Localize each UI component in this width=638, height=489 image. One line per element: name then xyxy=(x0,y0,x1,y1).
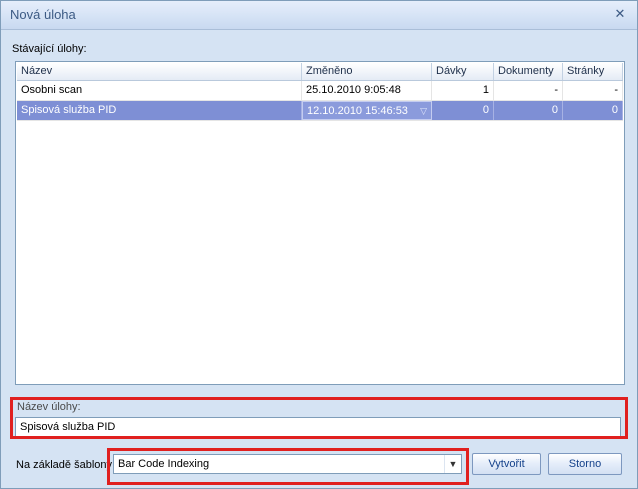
cell-modified: 25.10.2010 9:05:48 xyxy=(302,81,432,100)
cell-documents: - xyxy=(494,81,563,100)
title-bar[interactable]: Nová úloha ✕ xyxy=(1,1,637,30)
column-header-pages[interactable]: Stránky xyxy=(563,63,623,80)
cell-documents: 0 xyxy=(494,101,563,120)
highlight-box-task-name xyxy=(10,397,628,439)
column-header-documents[interactable]: Dokumenty xyxy=(494,63,563,80)
cell-name: Osobni scan xyxy=(17,81,302,100)
close-icon[interactable]: ✕ xyxy=(613,7,627,21)
column-header-batches[interactable]: Dávky xyxy=(432,63,494,80)
tasks-list[interactable]: Název Změněno Dávky Dokumenty Stránky Os… xyxy=(15,61,625,385)
template-label: Na základě šablony xyxy=(16,459,113,471)
cell-name: Spisová služba PID xyxy=(17,101,302,120)
cell-modified-editor[interactable]: 12.10.2010 15:46:53 ▽ xyxy=(302,101,432,120)
list-header: Název Změněno Dávky Dokumenty Stránky xyxy=(17,63,623,81)
cell-pages: - xyxy=(563,81,623,100)
existing-tasks-label: Stávající úlohy: xyxy=(12,43,87,55)
cancel-button[interactable]: Storno xyxy=(548,453,622,475)
column-header-modified[interactable]: Změněno xyxy=(302,63,432,80)
cell-batches: 1 xyxy=(432,81,494,100)
chevron-down-icon[interactable]: ▽ xyxy=(420,102,427,119)
cell-modified: 12.10.2010 15:46:53 xyxy=(307,105,408,117)
dialog-window: Nová úloha ✕ Stávající úlohy: Název Změn… xyxy=(0,0,638,489)
cell-pages: 0 xyxy=(563,101,623,120)
column-header-name[interactable]: Název xyxy=(17,63,302,80)
cell-batches: 0 xyxy=(432,101,494,120)
create-button[interactable]: Vytvořit xyxy=(472,453,541,475)
table-row[interactable]: Osobni scan 25.10.2010 9:05:48 1 - - xyxy=(17,81,623,101)
highlight-box-template xyxy=(107,448,469,485)
window-title: Nová úloha xyxy=(10,7,76,22)
table-row-selected[interactable]: Spisová služba PID 12.10.2010 15:46:53 ▽… xyxy=(17,101,623,121)
